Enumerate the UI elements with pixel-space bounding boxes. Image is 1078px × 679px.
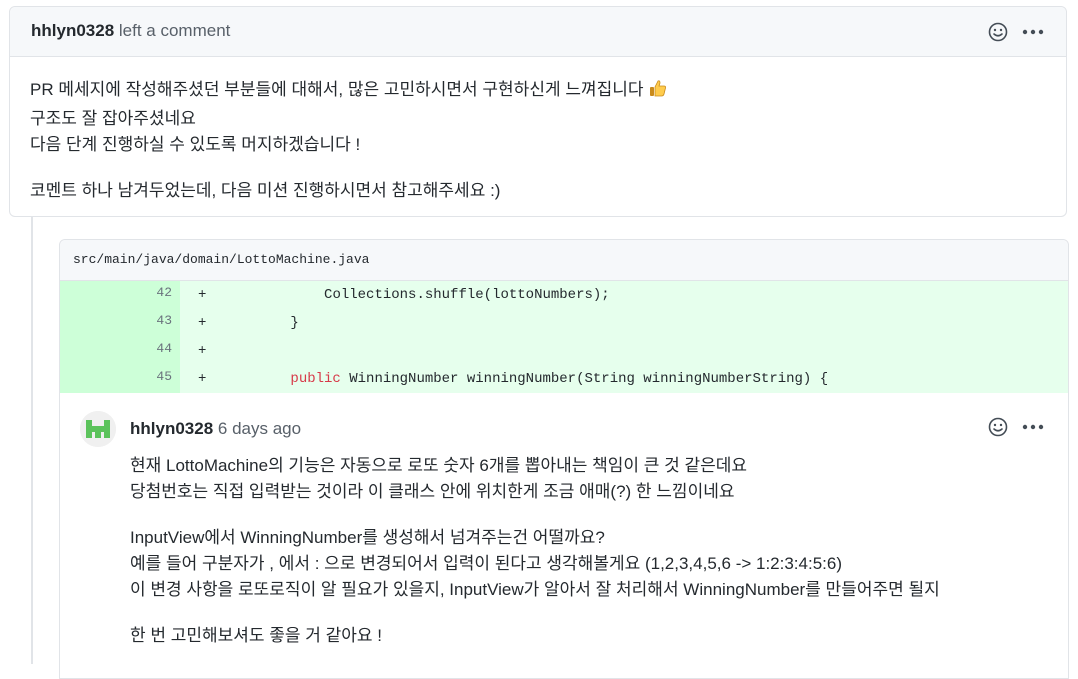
diff-line: 43 + } <box>60 309 1068 337</box>
diff-code: + <box>180 337 1068 365</box>
comment-author[interactable]: hhlyn0328 <box>31 21 114 40</box>
smiley-icon[interactable] <box>988 22 1008 42</box>
code-text: } <box>256 315 299 331</box>
code-text: Collections.shuffle(lottoNumbers); <box>256 287 610 303</box>
comment-paragraph: PR 메세지에 작성해주셨던 부분들에 대해서, 많은 고민하시면서 구현하신게… <box>30 77 1046 158</box>
diff-code: + public WinningNumber winningNumber(Str… <box>180 365 1068 393</box>
code-text: WinningNumber winningNumber(String winni… <box>340 371 829 387</box>
smiley-icon[interactable] <box>988 417 1008 437</box>
comment-paragraph: 코멘트 하나 남겨두었는데, 다음 미션 진행하시면서 참고해주세요 :) <box>30 178 1046 204</box>
diff-line: 44 + <box>60 337 1068 365</box>
reply-line: 한 번 고민해보셔도 좋을 거 같아요 ! <box>130 626 383 645</box>
reply-line: 현재 LottoMachine의 기능은 자동으로 로또 숫자 6개를 뽑아내는… <box>130 456 748 475</box>
comment-header-actions <box>988 22 1044 42</box>
comment-header: hhlyn0328 left a comment <box>10 7 1066 57</box>
comment-line: 구조도 잘 잡아주셨네요 <box>30 109 196 128</box>
kebab-horizontal-icon[interactable] <box>1022 424 1044 430</box>
comment-line: PR 메세지에 작성해주셨던 부분들에 대해서, 많은 고민하시면서 구현하신게… <box>30 80 644 99</box>
identicon-avatar[interactable] <box>80 411 116 447</box>
reply-timestamp[interactable]: 6 days ago <box>218 419 301 438</box>
kebab-horizontal-icon[interactable] <box>1022 29 1044 35</box>
diff-sign: + <box>198 287 207 303</box>
comment-action: left a comment <box>118 21 231 40</box>
diff-sign: + <box>198 343 207 359</box>
comment-card: hhlyn0328 left a comment PR 메세지에 작성해주셨던 … <box>9 6 1067 217</box>
diff-line: 45 + public WinningNumber winningNumber(… <box>60 365 1068 393</box>
reply-line: 예를 들어 구분자가 , 에서 : 으로 변경되어서 입력이 된다고 생각해볼게… <box>130 554 843 573</box>
line-number[interactable]: 44 <box>60 337 180 365</box>
code-keyword: public <box>290 371 341 387</box>
timeline-line <box>31 217 33 664</box>
reply-header: hhlyn0328 6 days ago <box>130 419 301 439</box>
comment-line: 코멘트 하나 남겨두었는데, 다음 미션 진행하시면서 참고해주세요 :) <box>30 181 501 200</box>
comment-header-text: hhlyn0328 left a comment <box>31 21 230 41</box>
file-path[interactable]: src/main/java/domain/LottoMachine.java <box>60 240 1068 281</box>
reply-line: InputView에서 WinningNumber를 생성해서 넘겨주는건 어떨… <box>130 528 605 547</box>
diff-sign: + <box>198 315 207 331</box>
review-thread: src/main/java/domain/LottoMachine.java 4… <box>59 239 1069 679</box>
diff-table: 42 + Collections.shuffle(lottoNumbers); … <box>60 281 1068 393</box>
thumbs-up-icon <box>648 78 668 106</box>
diff-code: + Collections.shuffle(lottoNumbers); <box>180 281 1068 309</box>
reply-author[interactable]: hhlyn0328 <box>130 419 213 438</box>
comment-line: 다음 단계 진행하실 수 있도록 머지하겠습니다 ! <box>30 135 361 154</box>
diff-line: 42 + Collections.shuffle(lottoNumbers); <box>60 281 1068 309</box>
reply-line: 당첨번호는 직접 입력받는 것이라 이 클래스 안에 위치한게 조금 애매(?)… <box>130 482 735 501</box>
reply-line: 이 변경 사항을 로또로직이 알 필요가 있을지, InputView가 알아서… <box>130 580 940 599</box>
comment-body: PR 메세지에 작성해주셨던 부분들에 대해서, 많은 고민하시면서 구현하신게… <box>10 57 1066 204</box>
line-number[interactable]: 43 <box>60 309 180 337</box>
review-reply: hhlyn0328 6 days ago 현재 LottoMachine의 기능… <box>60 393 1068 663</box>
reply-body: 현재 LottoMachine의 기능은 자동으로 로또 숫자 6개를 뽑아내는… <box>130 453 1050 649</box>
diff-code: + } <box>180 309 1068 337</box>
line-number[interactable]: 42 <box>60 281 180 309</box>
reply-actions <box>988 417 1044 437</box>
line-number[interactable]: 45 <box>60 365 180 393</box>
diff-sign: + <box>198 371 207 387</box>
